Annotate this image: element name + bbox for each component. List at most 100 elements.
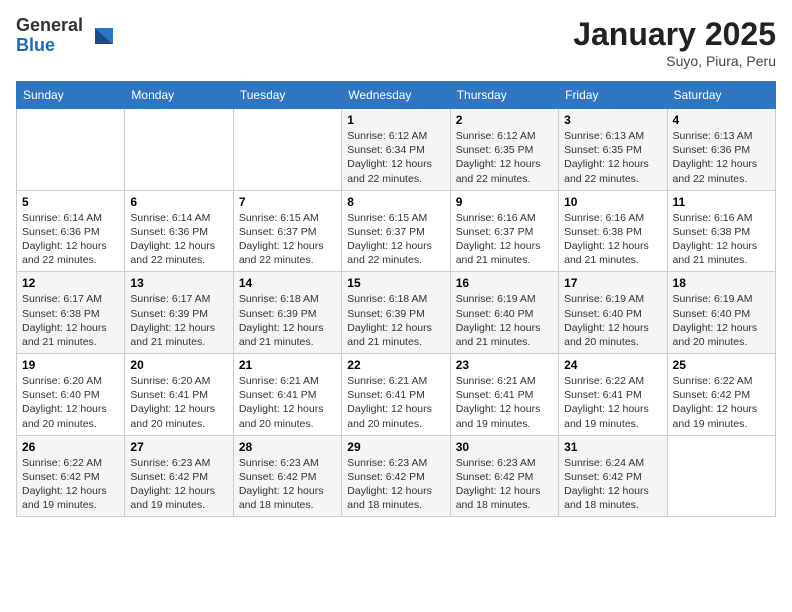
calendar-cell: 8Sunrise: 6:15 AMSunset: 6:37 PMDaylight… <box>342 190 450 272</box>
day-number: 10 <box>564 195 661 209</box>
calendar-cell: 16 Sunrise: 6:19 AMSunset: 6:40 PMDayligh… <box>450 272 558 354</box>
day-info: Sunrise: 6:19 AMSunset: 6:40 PMDaylight:… <box>564 292 661 349</box>
calendar-title: January 2025 <box>573 16 776 53</box>
weekday-header-wednesday: Wednesday <box>342 82 450 109</box>
day-number: 13 <box>130 276 227 290</box>
day-info: Sunrise: 6:23 AMSunset: 6:42 PMDaylight:… <box>456 456 553 513</box>
weekday-header-friday: Friday <box>559 82 667 109</box>
calendar-cell: 4 Sunrise: 6:13 AMSunset: 6:36 PMDaylight… <box>667 109 775 191</box>
weekday-header-sunday: Sunday <box>17 82 125 109</box>
day-number: 31 <box>564 440 661 454</box>
day-info: Sunrise: 6:16 AMSunset: 6:38 PMDaylight:… <box>564 211 661 268</box>
day-number: 4 <box>673 113 770 127</box>
logo-blue-text: Blue <box>16 35 55 55</box>
day-number: 16 <box>456 276 553 290</box>
day-info: Sunrise: 6:19 AMSunset: 6:40 PMDaylight:… <box>673 292 770 349</box>
calendar-cell: 6Sunrise: 6:14 AMSunset: 6:36 PMDaylight… <box>125 190 233 272</box>
day-info: Sunrise: 6:20 AMSunset: 6:41 PMDaylight:… <box>130 374 227 431</box>
day-number: 9 <box>456 195 553 209</box>
calendar-cell: 15 Sunrise: 6:18 AMSunset: 6:39 PMDayligh… <box>342 272 450 354</box>
calendar-cell <box>17 109 125 191</box>
day-number: 7 <box>239 195 336 209</box>
calendar-cell: 1Sunrise: 6:12 AMSunset: 6:34 PMDaylight… <box>342 109 450 191</box>
day-number: 24 <box>564 358 661 372</box>
day-info: Sunrise: 6:21 AMSunset: 6:41 PMDaylight:… <box>239 374 336 431</box>
weekday-header-tuesday: Tuesday <box>233 82 341 109</box>
calendar-cell: 13 Sunrise: 6:17 AMSunset: 6:39 PMDayligh… <box>125 272 233 354</box>
calendar-week-row: 19Sunrise: 6:20 AMSunset: 6:40 PMDayligh… <box>17 354 776 436</box>
day-info: Sunrise: 6:23 AMSunset: 6:42 PMDaylight:… <box>347 456 444 513</box>
day-info: Sunrise: 6:21 AMSunset: 6:41 PMDaylight:… <box>456 374 553 431</box>
calendar-cell: 20 Sunrise: 6:20 AMSunset: 6:41 PMDayligh… <box>125 354 233 436</box>
calendar-cell <box>125 109 233 191</box>
calendar-week-row: 12Sunrise: 6:17 AMSunset: 6:38 PMDayligh… <box>17 272 776 354</box>
calendar-cell: 22 Sunrise: 6:21 AMSunset: 6:41 PMDayligh… <box>342 354 450 436</box>
day-info: Sunrise: 6:17 AMSunset: 6:39 PMDaylight:… <box>130 292 227 349</box>
day-info: Sunrise: 6:18 AMSunset: 6:39 PMDaylight:… <box>239 292 336 349</box>
day-info: Sunrise: 6:22 AMSunset: 6:42 PMDaylight:… <box>673 374 770 431</box>
logo-general-text: General <box>16 15 83 35</box>
calendar-cell: 23 Sunrise: 6:21 AMSunset: 6:41 PMDayligh… <box>450 354 558 436</box>
title-block: January 2025 Suyo, Piura, Peru <box>573 16 776 69</box>
weekday-header-monday: Monday <box>125 82 233 109</box>
calendar-cell <box>233 109 341 191</box>
day-info: Sunrise: 6:14 AMSunset: 6:36 PMDaylight:… <box>22 211 119 268</box>
calendar-cell: 19Sunrise: 6:20 AMSunset: 6:40 PMDayligh… <box>17 354 125 436</box>
calendar-cell: 31 Sunrise: 6:24 AMSunset: 6:42 PMDayligh… <box>559 435 667 517</box>
day-number: 30 <box>456 440 553 454</box>
calendar-cell <box>667 435 775 517</box>
day-number: 1 <box>347 113 444 127</box>
day-number: 23 <box>456 358 553 372</box>
day-info: Sunrise: 6:21 AMSunset: 6:41 PMDaylight:… <box>347 374 444 431</box>
day-number: 28 <box>239 440 336 454</box>
calendar-cell: 5 Sunrise: 6:14 AMSunset: 6:36 PMDaylight… <box>17 190 125 272</box>
day-number: 22 <box>347 358 444 372</box>
day-info: Sunrise: 6:12 AMSunset: 6:35 PMDaylight:… <box>456 129 553 186</box>
calendar-cell: 30 Sunrise: 6:23 AMSunset: 6:42 PMDayligh… <box>450 435 558 517</box>
day-number: 14 <box>239 276 336 290</box>
day-number: 15 <box>347 276 444 290</box>
day-number: 3 <box>564 113 661 127</box>
day-info: Sunrise: 6:19 AMSunset: 6:40 PMDaylight:… <box>456 292 553 349</box>
calendar-cell: 7 Sunrise: 6:15 AMSunset: 6:37 PMDaylight… <box>233 190 341 272</box>
calendar-cell: 24 Sunrise: 6:22 AMSunset: 6:41 PMDayligh… <box>559 354 667 436</box>
day-number: 17 <box>564 276 661 290</box>
day-info: Sunrise: 6:16 AMSunset: 6:37 PMDaylight:… <box>456 211 553 268</box>
weekday-header-row: SundayMondayTuesdayWednesdayThursdayFrid… <box>17 82 776 109</box>
logo: General Blue <box>16 16 113 56</box>
day-info: Sunrise: 6:24 AMSunset: 6:42 PMDaylight:… <box>564 456 661 513</box>
day-number: 26 <box>22 440 119 454</box>
calendar-cell: 27Sunrise: 6:23 AMSunset: 6:42 PMDayligh… <box>125 435 233 517</box>
day-info: Sunrise: 6:22 AMSunset: 6:41 PMDaylight:… <box>564 374 661 431</box>
calendar-cell: 25Sunrise: 6:22 AMSunset: 6:42 PMDayligh… <box>667 354 775 436</box>
day-number: 11 <box>673 195 770 209</box>
day-info: Sunrise: 6:13 AMSunset: 6:36 PMDaylight:… <box>673 129 770 186</box>
day-number: 20 <box>130 358 227 372</box>
day-number: 12 <box>22 276 119 290</box>
calendar-table: SundayMondayTuesdayWednesdayThursdayFrid… <box>16 81 776 517</box>
calendar-cell: 18 Sunrise: 6:19 AMSunset: 6:40 PMDayligh… <box>667 272 775 354</box>
page-header: General Blue January 2025 Suyo, Piura, P… <box>16 16 776 69</box>
calendar-subtitle: Suyo, Piura, Peru <box>573 53 776 69</box>
calendar-cell: 29 Sunrise: 6:23 AMSunset: 6:42 PMDayligh… <box>342 435 450 517</box>
day-info: Sunrise: 6:20 AMSunset: 6:40 PMDaylight:… <box>22 374 119 431</box>
weekday-header-saturday: Saturday <box>667 82 775 109</box>
day-number: 18 <box>673 276 770 290</box>
day-info: Sunrise: 6:15 AMSunset: 6:37 PMDaylight:… <box>347 211 444 268</box>
calendar-cell: 11Sunrise: 6:16 AMSunset: 6:38 PMDayligh… <box>667 190 775 272</box>
calendar-week-row: 5 Sunrise: 6:14 AMSunset: 6:36 PMDaylight… <box>17 190 776 272</box>
day-info: Sunrise: 6:18 AMSunset: 6:39 PMDaylight:… <box>347 292 444 349</box>
calendar-cell: 28Sunrise: 6:23 AMSunset: 6:42 PMDayligh… <box>233 435 341 517</box>
weekday-header-thursday: Thursday <box>450 82 558 109</box>
day-number: 29 <box>347 440 444 454</box>
day-info: Sunrise: 6:15 AMSunset: 6:37 PMDaylight:… <box>239 211 336 268</box>
calendar-cell: 12Sunrise: 6:17 AMSunset: 6:38 PMDayligh… <box>17 272 125 354</box>
calendar-cell: 3Sunrise: 6:13 AMSunset: 6:35 PMDaylight… <box>559 109 667 191</box>
calendar-cell: 17 Sunrise: 6:19 AMSunset: 6:40 PMDayligh… <box>559 272 667 354</box>
calendar-cell: 2 Sunrise: 6:12 AMSunset: 6:35 PMDaylight… <box>450 109 558 191</box>
calendar-week-row: 1Sunrise: 6:12 AMSunset: 6:34 PMDaylight… <box>17 109 776 191</box>
day-number: 2 <box>456 113 553 127</box>
calendar-cell: 26Sunrise: 6:22 AMSunset: 6:42 PMDayligh… <box>17 435 125 517</box>
logo-icon <box>85 22 113 50</box>
day-number: 5 <box>22 195 119 209</box>
